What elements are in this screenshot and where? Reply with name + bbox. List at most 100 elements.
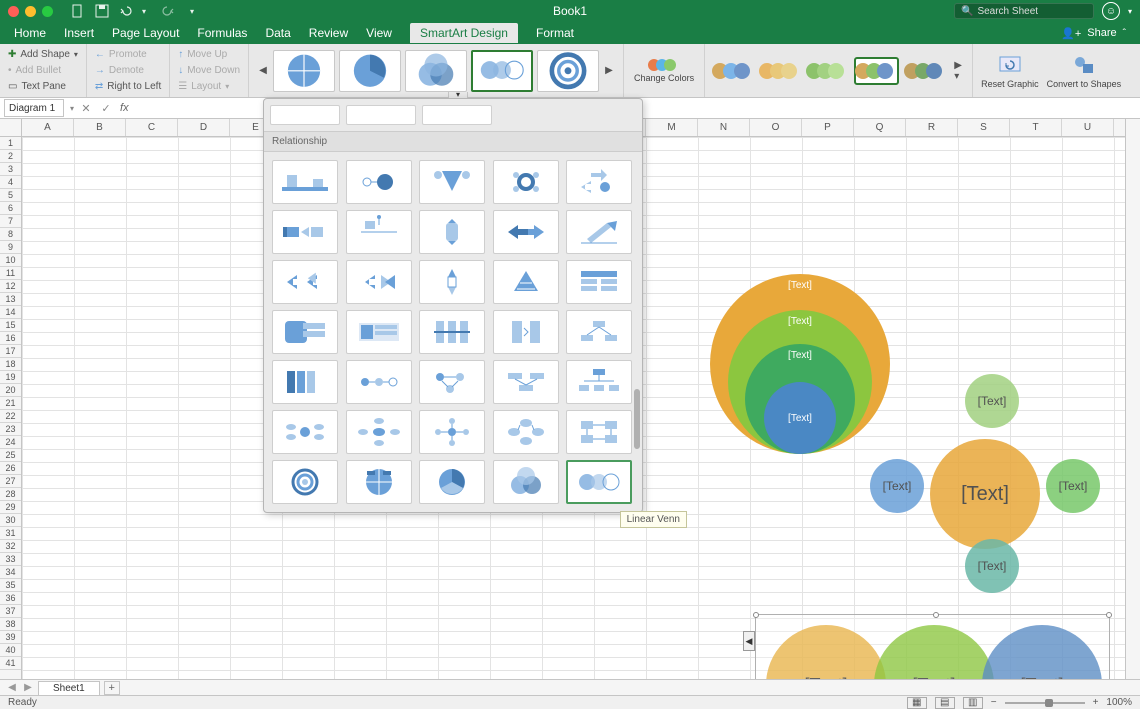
- color-option-1[interactable]: [713, 59, 754, 83]
- color-gallery-more-icon[interactable]: ▶▾: [952, 56, 964, 86]
- row-header-29[interactable]: 29: [0, 501, 21, 514]
- row-header-21[interactable]: 21: [0, 397, 21, 410]
- undo-dropdown-icon[interactable]: ▾: [137, 4, 151, 18]
- col-header-Q[interactable]: Q: [854, 119, 906, 136]
- col-header-P[interactable]: P: [802, 119, 854, 136]
- relationship-layout-25[interactable]: [566, 360, 632, 404]
- minimize-window-icon[interactable]: [25, 6, 36, 17]
- row-header-1[interactable]: 1: [0, 137, 21, 150]
- ic-sat-3[interactable]: [Text]: [883, 479, 912, 493]
- relationship-layout-19[interactable]: [493, 310, 559, 354]
- color-option-5[interactable]: [905, 59, 946, 83]
- zoom-level[interactable]: 100%: [1106, 697, 1132, 708]
- ic-center-label[interactable]: [Text]: [961, 483, 1009, 506]
- tab-format[interactable]: Format: [536, 23, 574, 43]
- row-header-36[interactable]: 36: [0, 592, 21, 605]
- row-header-25[interactable]: 25: [0, 449, 21, 462]
- row-header-26[interactable]: 26: [0, 462, 21, 475]
- ic-sat-2[interactable]: [Text]: [978, 559, 1007, 573]
- col-header-T[interactable]: T: [1010, 119, 1062, 136]
- page-break-view-icon[interactable]: ▥: [963, 697, 983, 709]
- row-header-34[interactable]: 34: [0, 566, 21, 579]
- layout-option-linear-venn[interactable]: [471, 50, 533, 92]
- maximize-window-icon[interactable]: [42, 6, 53, 17]
- relationship-layout-2[interactable]: [346, 160, 412, 204]
- relationship-layout-7[interactable]: [346, 210, 412, 254]
- layout-option-3[interactable]: [405, 50, 467, 92]
- doc-icon[interactable]: [71, 4, 85, 18]
- text-pane-button[interactable]: ▭Text Pane: [8, 79, 78, 95]
- col-header-C[interactable]: C: [126, 119, 178, 136]
- convert-to-shapes-button[interactable]: Convert to Shapes: [1047, 53, 1122, 89]
- row-header-15[interactable]: 15: [0, 319, 21, 332]
- tab-home[interactable]: Home: [14, 23, 46, 43]
- row-header-23[interactable]: 23: [0, 423, 21, 436]
- row-header-19[interactable]: 19: [0, 371, 21, 384]
- col-header-D[interactable]: D: [178, 119, 230, 136]
- col-header-S[interactable]: S: [958, 119, 1010, 136]
- row-header-40[interactable]: 40: [0, 644, 21, 657]
- row-header-38[interactable]: 38: [0, 618, 21, 631]
- col-header-O[interactable]: O: [750, 119, 802, 136]
- formula-cancel-icon[interactable]: ✕: [76, 102, 96, 115]
- tab-formulas[interactable]: Formulas: [197, 23, 247, 43]
- ic-sat-1[interactable]: [Text]: [1059, 479, 1088, 493]
- row-header-16[interactable]: 16: [0, 332, 21, 345]
- redo-icon[interactable]: [161, 4, 175, 18]
- row-header-31[interactable]: 31: [0, 527, 21, 540]
- page-layout-view-icon[interactable]: ▤: [935, 697, 955, 709]
- qat-customize-icon[interactable]: ▾: [185, 4, 199, 18]
- fx-label[interactable]: fx: [116, 102, 133, 114]
- row-header-9[interactable]: 9: [0, 241, 21, 254]
- relationship-layout-22[interactable]: [346, 360, 412, 404]
- user-dropdown-icon[interactable]: ▾: [1128, 7, 1132, 16]
- row-header-32[interactable]: 32: [0, 540, 21, 553]
- relationship-layout-15[interactable]: [566, 260, 632, 304]
- relationship-layout-13[interactable]: [419, 260, 485, 304]
- relationship-layout-29[interactable]: [493, 410, 559, 454]
- row-header-41[interactable]: 41: [0, 657, 21, 670]
- col-header-N[interactable]: N: [698, 119, 750, 136]
- row-header-5[interactable]: 5: [0, 189, 21, 202]
- relationship-layout-9[interactable]: [493, 210, 559, 254]
- tab-smartart-design[interactable]: SmartArt Design: [410, 23, 518, 43]
- row-header-6[interactable]: 6: [0, 202, 21, 215]
- resize-handle[interactable]: [933, 612, 939, 618]
- ic-sat-0[interactable]: [Text]: [978, 394, 1007, 408]
- col-header-B[interactable]: B: [74, 119, 126, 136]
- tab-review[interactable]: Review: [309, 23, 348, 43]
- row-header-11[interactable]: 11: [0, 267, 21, 280]
- layout-option-2[interactable]: [339, 50, 401, 92]
- row-header-13[interactable]: 13: [0, 293, 21, 306]
- formula-accept-icon[interactable]: ✓: [96, 102, 116, 115]
- row-headers[interactable]: 1234567891011121314151617181920212223242…: [0, 137, 22, 679]
- row-header-8[interactable]: 8: [0, 228, 21, 241]
- row-header-12[interactable]: 12: [0, 280, 21, 293]
- color-option-2[interactable]: [760, 59, 801, 83]
- collapse-ribbon-icon[interactable]: ˆ: [1123, 28, 1126, 39]
- relationship-layout-34[interactable]: [493, 460, 559, 504]
- relationship-layout-28[interactable]: [419, 410, 485, 454]
- relationship-layout-21[interactable]: [272, 360, 338, 404]
- stacked-venn-diagram[interactable]: [Text] [Text] [Text] [Text]: [710, 274, 890, 454]
- reset-graphic-button[interactable]: Reset Graphic: [981, 53, 1039, 89]
- zoom-in-icon[interactable]: +: [1093, 697, 1099, 708]
- relationship-layout-3[interactable]: [419, 160, 485, 204]
- zoom-slider[interactable]: [1005, 702, 1085, 704]
- dd-scrollbar[interactable]: [634, 249, 640, 509]
- relationship-layout-33[interactable]: [419, 460, 485, 504]
- row-header-3[interactable]: 3: [0, 163, 21, 176]
- relationship-layout-14[interactable]: [493, 260, 559, 304]
- interconnected-rings-diagram[interactable]: [Text] [Text] [Text] [Text] [Text] [Text…: [870, 384, 1100, 604]
- relationship-layout-32[interactable]: [346, 460, 412, 504]
- relationship-layout-27[interactable]: [346, 410, 412, 454]
- resize-handle[interactable]: [753, 612, 759, 618]
- linear-venn-diagram[interactable]: ◀ [Text] [Text] [Text]: [755, 614, 1110, 679]
- col-header-R[interactable]: R: [906, 119, 958, 136]
- relationship-layout-18[interactable]: [419, 310, 485, 354]
- layout-option-5[interactable]: [537, 50, 599, 92]
- relationship-layout-20[interactable]: [566, 310, 632, 354]
- relationship-layout-12[interactable]: [346, 260, 412, 304]
- normal-view-icon[interactable]: ▦: [907, 697, 927, 709]
- row-header-18[interactable]: 18: [0, 358, 21, 371]
